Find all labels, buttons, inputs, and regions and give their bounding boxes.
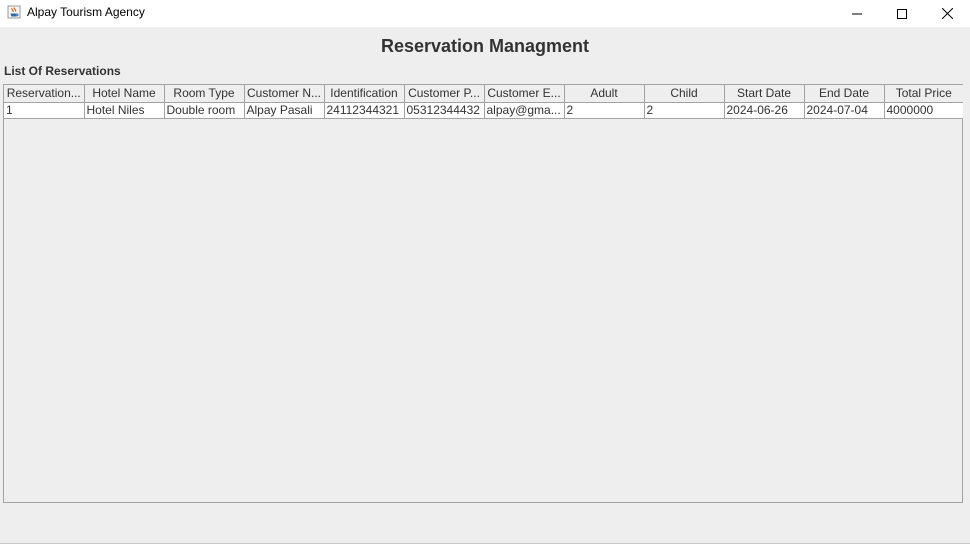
cell-customer-phone[interactable]: 05312344432	[404, 102, 485, 119]
column-header-reservation[interactable]: Reservation...	[4, 85, 85, 103]
column-header-start-date[interactable]: Start Date	[724, 85, 805, 103]
maximize-icon	[897, 8, 907, 19]
cell-room-type[interactable]: Double room	[164, 102, 245, 119]
reservations-list-label: List Of Reservations	[4, 64, 121, 78]
window-titlebar[interactable]: Alpay Tourism Agency	[0, 0, 970, 27]
maximize-button[interactable]	[879, 0, 925, 27]
cell-customer-name[interactable]: Alpay Pasali	[244, 102, 325, 119]
cell-total-price[interactable]: 4000000	[884, 102, 963, 119]
column-header-adult[interactable]: Adult	[564, 85, 645, 103]
cell-hotel-name[interactable]: Hotel Niles	[84, 102, 165, 119]
column-header-total-price[interactable]: Total Price	[884, 85, 963, 103]
minimize-icon	[852, 9, 862, 19]
window-title: Alpay Tourism Agency	[27, 5, 145, 19]
cell-customer-email[interactable]: alpay@gma...	[484, 102, 565, 119]
table-row[interactable]: 1 Hotel Niles Double room Alpay Pasali 2…	[4, 102, 963, 119]
reservations-table[interactable]: Reservation... Hotel Name Room Type Cust…	[4, 85, 963, 119]
table-header-row: Reservation... Hotel Name Room Type Cust…	[4, 85, 963, 103]
column-header-customer-email[interactable]: Customer E...	[484, 85, 565, 103]
cell-end-date[interactable]: 2024-07-04	[804, 102, 885, 119]
close-button[interactable]	[924, 0, 970, 27]
page-title: Reservation Managment	[380, 36, 590, 56]
column-header-end-date[interactable]: End Date	[804, 85, 885, 103]
cell-adult[interactable]: 2	[564, 102, 645, 119]
cell-start-date[interactable]: 2024-06-26	[724, 102, 805, 119]
java-icon	[6, 4, 22, 20]
cell-child[interactable]: 2	[644, 102, 725, 119]
cell-identification[interactable]: 24112344321	[324, 102, 405, 119]
column-header-identification[interactable]: Identification	[324, 85, 405, 103]
close-icon	[941, 8, 953, 19]
column-header-child[interactable]: Child	[644, 85, 725, 103]
column-header-customer-phone[interactable]: Customer P...	[404, 85, 485, 103]
column-header-customer-name[interactable]: Customer N...	[244, 85, 325, 103]
reservations-table-scrollpane[interactable]: Reservation... Hotel Name Room Type Cust…	[3, 84, 963, 503]
minimize-button[interactable]	[834, 0, 880, 27]
column-header-room-type[interactable]: Room Type	[164, 85, 245, 103]
main-panel: Reservation Managment List Of Reservatio…	[0, 27, 970, 544]
column-header-hotel-name[interactable]: Hotel Name	[84, 85, 165, 103]
cell-reservation-id[interactable]: 1	[4, 102, 85, 119]
